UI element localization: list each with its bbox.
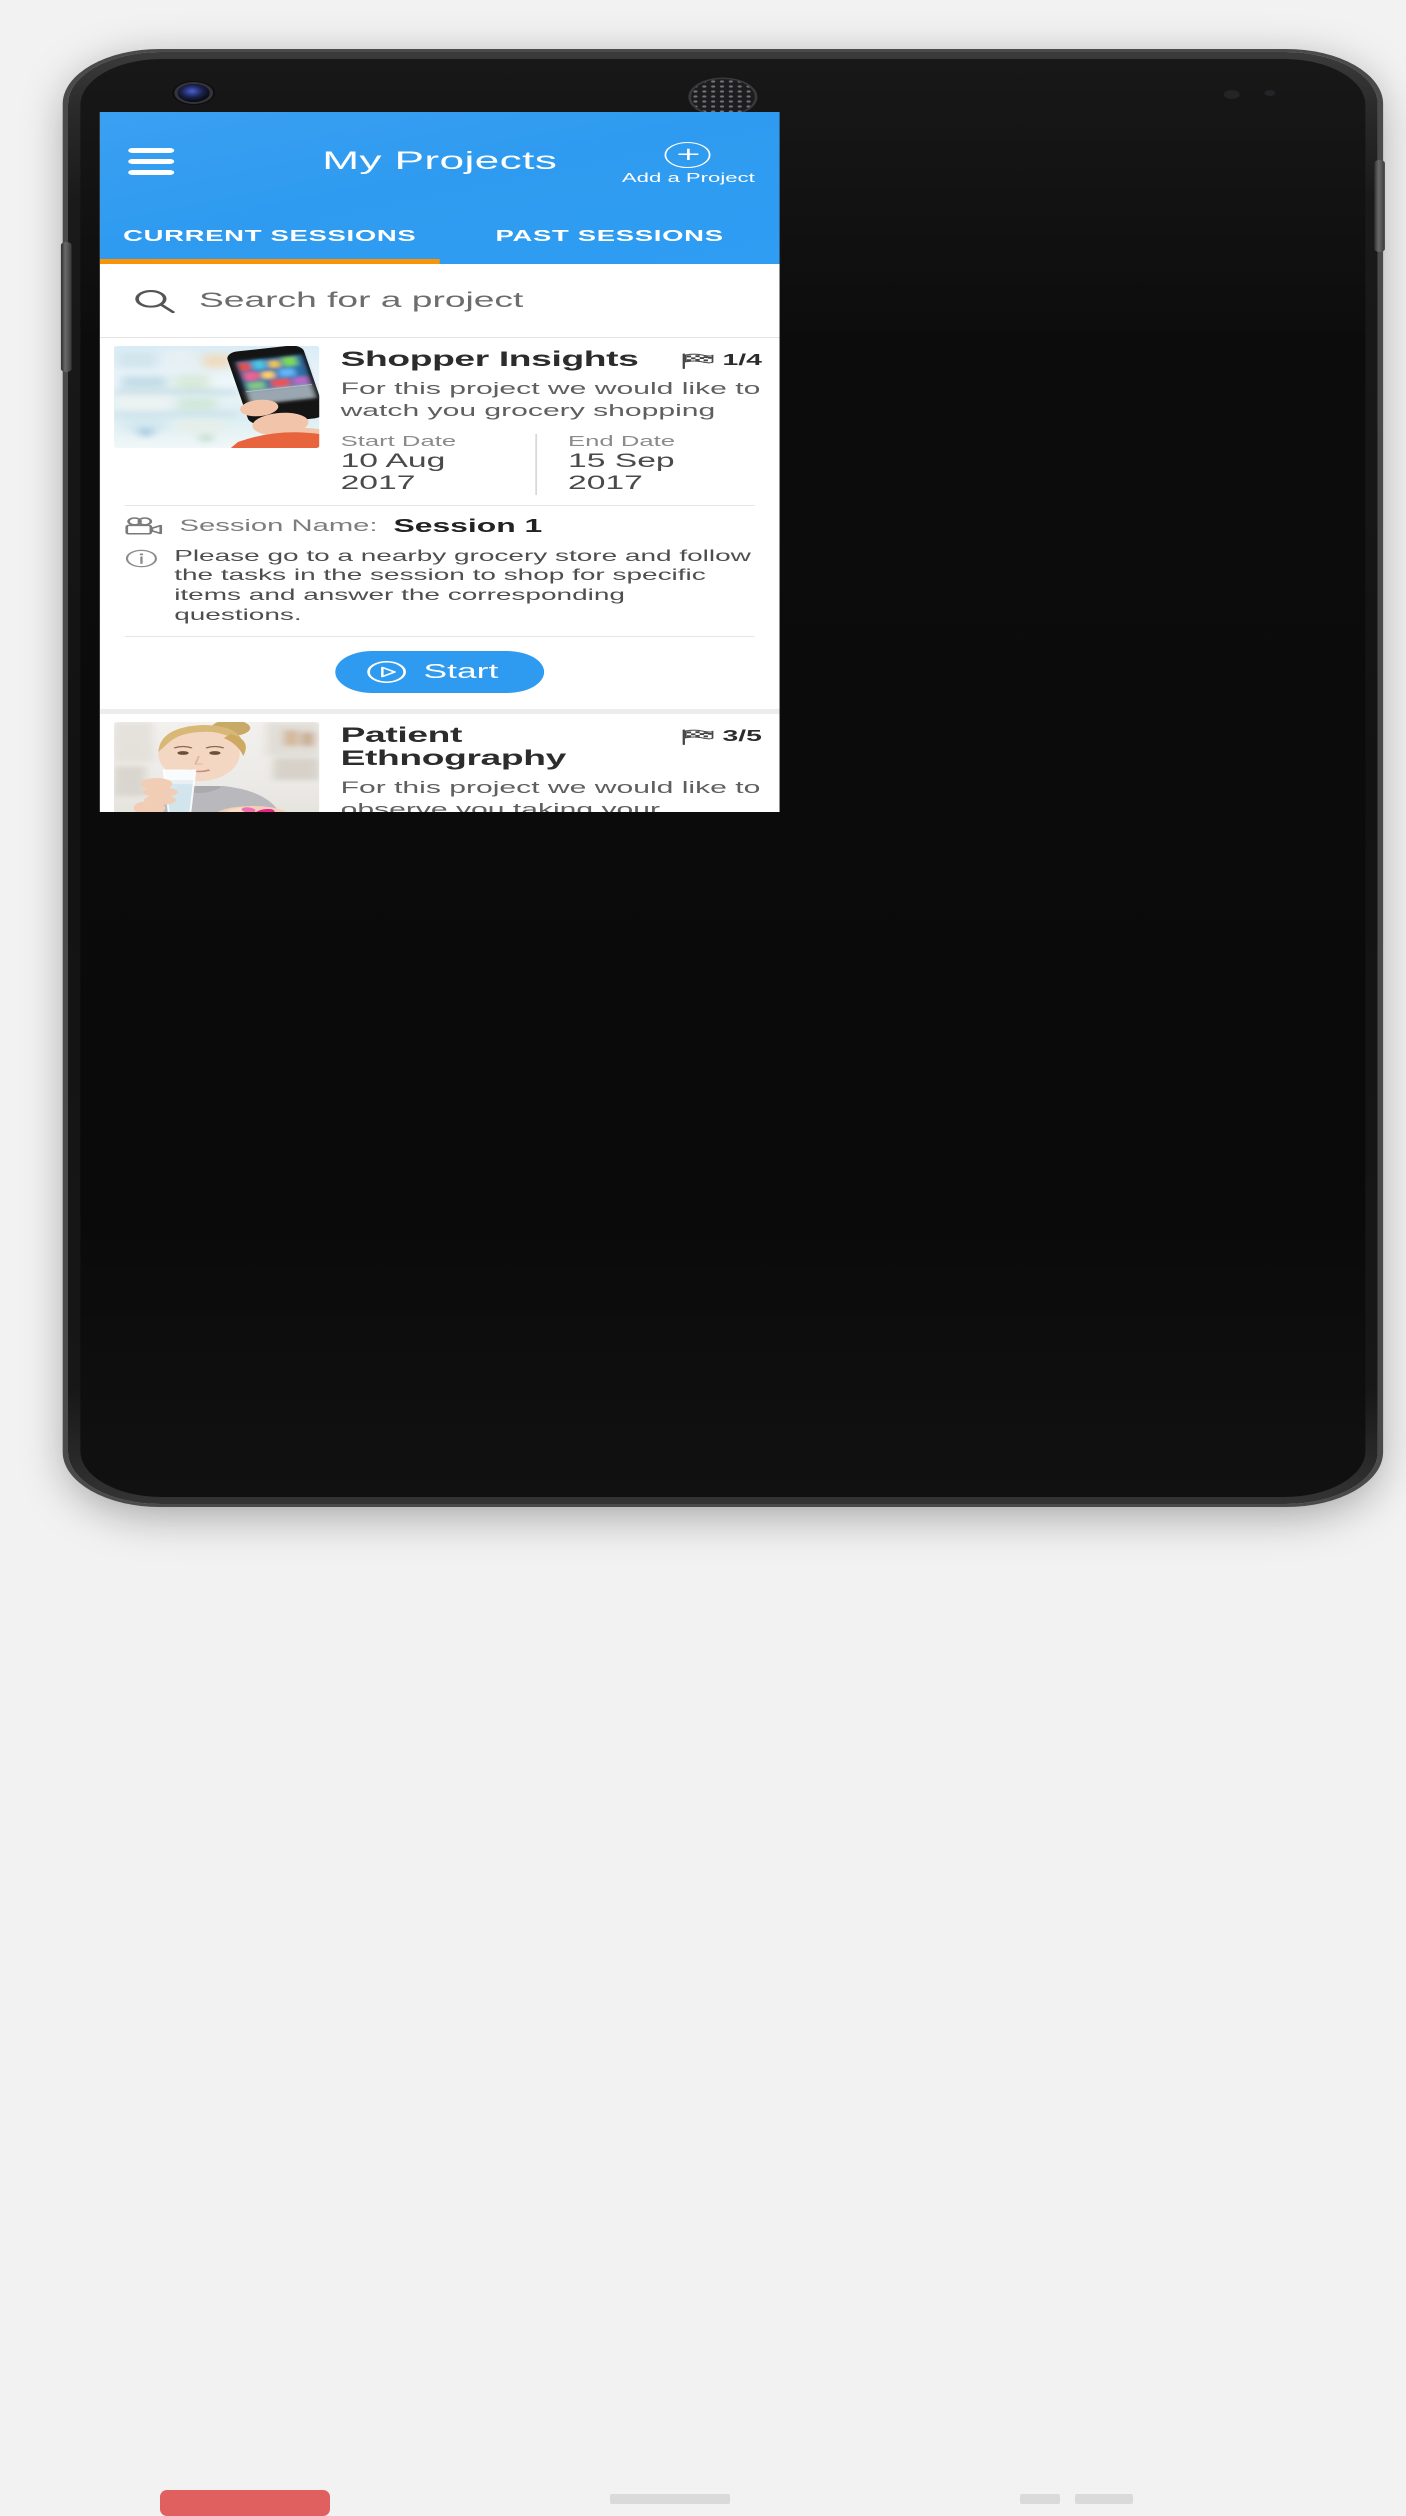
search-input[interactable]: Search for a project	[199, 289, 523, 313]
project-thumbnail-patient	[114, 722, 319, 812]
add-project-label: Add a Project	[622, 171, 755, 185]
phone-device-mockup: My Projects + Add a Project CURRENT SESS…	[68, 52, 1378, 1504]
hamburger-menu-icon[interactable]	[128, 148, 174, 175]
bottom-red-button[interactable]	[160, 2490, 330, 2516]
end-date-value: 15 Sep 2017	[568, 451, 748, 495]
start-session-button[interactable]: Start	[335, 651, 544, 693]
session-instructions: Please go to a nearby grocery store and …	[174, 547, 755, 627]
end-date-block: End Date 15 Sep 2017	[534, 434, 761, 495]
hamburger-bar	[128, 148, 174, 153]
app-bar: My Projects + Add a Project CURRENT SESS…	[100, 112, 780, 264]
project-card-body: Patient Ethnography	[341, 722, 762, 812]
project-description: For this project we would like to watch …	[341, 378, 762, 422]
start-session-label: Start	[424, 661, 499, 684]
tab-current-sessions[interactable]: CURRENT SESSIONS	[100, 210, 440, 264]
tab-bar: CURRENT SESSIONS PAST SESSIONS	[100, 210, 780, 264]
light-sensor-icon	[1265, 90, 1276, 96]
earpiece-speaker-icon	[691, 79, 755, 115]
search-icon	[132, 288, 178, 314]
checkered-flag-icon	[680, 353, 714, 369]
start-date-label: Start Date	[341, 434, 521, 450]
play-circle-icon	[365, 660, 407, 684]
plus-circle-icon: +	[665, 142, 711, 168]
project-card[interactable]: Shopper Insights	[100, 338, 780, 714]
tab-active-indicator	[100, 259, 440, 264]
hamburger-bar	[128, 170, 174, 175]
session-name-label: Session Name:	[180, 517, 378, 536]
front-camera-icon	[178, 84, 210, 102]
start-date-value: 10 Aug 2017	[341, 451, 521, 495]
project-title: Shopper Insights	[341, 348, 666, 371]
grocery-aisle-photo	[114, 346, 319, 448]
project-progress: 1/4	[680, 348, 762, 370]
session-name-value: Session 1	[393, 516, 542, 537]
phone-screen: My Projects + Add a Project CURRENT SESS…	[100, 112, 780, 812]
app-bar-top: My Projects + Add a Project	[100, 112, 780, 210]
project-thumbnail-shopper	[114, 346, 319, 448]
project-progress-text: 1/4	[722, 352, 761, 370]
info-circle-icon	[125, 549, 159, 568]
project-progress: 3/5	[680, 724, 762, 746]
project-cta-wrap: Start	[100, 637, 780, 709]
woman-taking-medicine-photo	[114, 722, 319, 812]
end-date-label: End Date	[568, 434, 748, 450]
proximity-sensor-icon	[1224, 90, 1240, 99]
video-camera-icon	[125, 517, 164, 535]
session-instructions-row: Please go to a nearby grocery store and …	[100, 537, 780, 627]
project-dates: Start Date 10 Aug 2017 End Date 15 Sep 2…	[341, 434, 762, 495]
bottom-text-fragment	[1020, 2494, 1060, 2504]
project-card[interactable]: Patient Ethnography	[100, 714, 780, 812]
page-bottom-partial-strip	[0, 2474, 1406, 2500]
search-bar[interactable]: Search for a project	[100, 264, 780, 338]
add-project-button[interactable]: + Add a Project	[622, 138, 755, 185]
start-date-block: Start Date 10 Aug 2017	[341, 434, 535, 495]
project-card-body: Shopper Insights	[341, 346, 762, 495]
project-card-header: Shopper Insights	[100, 338, 780, 495]
tab-past-sessions[interactable]: PAST SESSIONS	[440, 210, 780, 264]
project-title-row: Patient Ethnography	[341, 724, 762, 770]
volume-button[interactable]	[61, 242, 72, 372]
project-title-row: Shopper Insights	[341, 348, 762, 371]
project-description: For this project we would like to observ…	[341, 777, 762, 812]
project-card-header: Patient Ethnography	[100, 714, 780, 812]
project-progress-text: 3/5	[722, 728, 761, 746]
power-button[interactable]	[1374, 160, 1385, 252]
project-title: Patient Ethnography	[341, 724, 666, 770]
checkered-flag-icon	[680, 729, 714, 745]
bottom-text-fragment	[610, 2494, 730, 2504]
hamburger-bar	[128, 159, 174, 164]
session-name-row: Session Name: Session 1	[100, 506, 780, 537]
bottom-text-fragment	[1075, 2494, 1133, 2504]
